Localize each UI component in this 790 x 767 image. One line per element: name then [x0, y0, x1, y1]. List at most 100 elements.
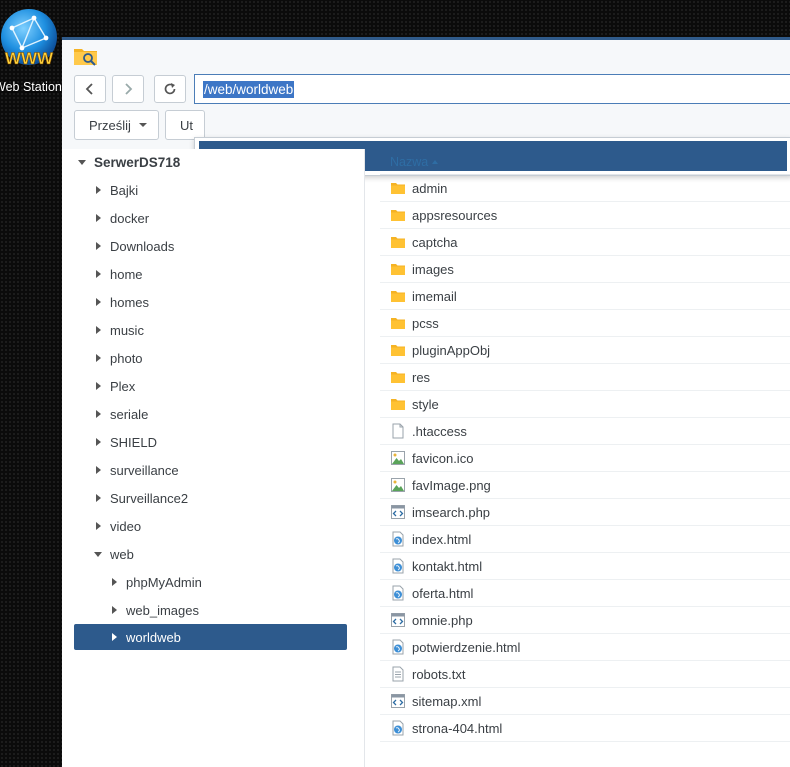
refresh-icon [164, 83, 176, 95]
file-station-app-icon [74, 49, 97, 66]
tree-item-worldweb[interactable]: worldweb [74, 624, 347, 650]
folder-icon [390, 369, 406, 385]
tree-item-label: Surveillance2 [110, 490, 189, 506]
html-file-icon [392, 585, 404, 601]
chevron-right-icon [108, 633, 120, 641]
file-icon [390, 450, 406, 466]
path-input[interactable]: /web/worldweb [194, 74, 790, 104]
tree-item-surveillance2[interactable]: Surveillance2 [92, 485, 352, 511]
file-name: omnie.php [412, 612, 473, 628]
file-name: admin [412, 180, 448, 196]
tree-item-label: web_images [126, 602, 199, 618]
tree-item-bajki[interactable]: Bajki [92, 177, 352, 203]
file-row[interactable]: imsearch.php [380, 499, 790, 526]
file-row[interactable]: omnie.php [380, 607, 790, 634]
back-button[interactable] [74, 75, 106, 103]
file-row[interactable]: style [380, 391, 790, 418]
chevron-down-icon [92, 551, 104, 557]
file-name: sitemap.xml [412, 693, 482, 709]
file-row[interactable]: potwierdzenie.html [380, 634, 790, 661]
code-file-icon [391, 694, 405, 708]
chevron-left-icon [85, 83, 93, 95]
file-name: favImage.png [412, 477, 491, 493]
file-row[interactable]: images [380, 256, 790, 283]
forward-button[interactable] [112, 75, 144, 103]
file-icon [390, 477, 406, 493]
tree-item-label: web [110, 546, 134, 562]
column-header-label: Nazwa [390, 154, 429, 169]
tree-item-docker[interactable]: docker [92, 205, 352, 231]
column-header-name[interactable]: Nazwa [380, 149, 790, 175]
tree-item-label: photo [110, 350, 143, 366]
file-row[interactable]: robots.txt [380, 661, 790, 688]
tree-item-label: music [110, 322, 144, 338]
image-file-icon [391, 478, 405, 492]
file-name: pcss [412, 315, 439, 331]
file-row[interactable]: .htaccess [380, 418, 790, 445]
file-row[interactable]: sitemap.xml [380, 688, 790, 715]
image-file-icon [391, 451, 405, 465]
folder-icon [391, 399, 405, 410]
path-input-value: /web/worldweb [203, 80, 295, 98]
file-name: appsresources [412, 207, 498, 223]
folder-icon [390, 207, 406, 223]
tree-item-label: docker [110, 210, 150, 226]
file-row[interactable]: appsresources [380, 202, 790, 229]
tree-item-video[interactable]: video [92, 513, 352, 539]
tree-item-label: Plex [110, 378, 136, 394]
html-file-icon [392, 639, 404, 655]
chevron-right-icon [92, 494, 104, 502]
file-icon [390, 585, 406, 601]
file-row[interactable]: pcss [380, 310, 790, 337]
tree-item-home[interactable]: home [92, 261, 352, 287]
file-row[interactable]: pluginAppObj [380, 337, 790, 364]
file-icon [390, 720, 406, 736]
file-name: strona-404.html [412, 720, 503, 736]
file-row[interactable]: index.html [380, 526, 790, 553]
tree-item-plex[interactable]: Plex [92, 373, 352, 399]
chevron-right-icon [125, 83, 133, 95]
tree-item-phpmyadmin[interactable]: phpMyAdmin [108, 569, 352, 595]
tree-item-label: homes [110, 294, 150, 310]
folder-icon [391, 291, 405, 302]
file-row[interactable]: res [380, 364, 790, 391]
web-station-desktop-icon[interactable]: WWW Web Station [0, 8, 62, 94]
file-row[interactable]: favImage.png [380, 472, 790, 499]
tree-item-music[interactable]: music [92, 317, 352, 343]
file-icon [390, 423, 406, 439]
tree-item-label: home [110, 266, 143, 282]
title-bar [62, 40, 790, 71]
tree-item-surveillance[interactable]: surveillance [92, 457, 352, 483]
upload-button[interactable]: Prześlij [74, 110, 159, 140]
tree-root[interactable]: SerwerDS718 [76, 149, 356, 175]
file-row[interactable]: strona-404.html [380, 715, 790, 742]
pane-divider[interactable] [364, 149, 365, 767]
tree-item-web[interactable]: web [92, 541, 352, 567]
tree-item-label: SHIELD [110, 434, 157, 450]
second-toolbar-button[interactable]: Ut [165, 110, 205, 140]
file-row[interactable]: imemail [380, 283, 790, 310]
tree-item-homes[interactable]: homes [92, 289, 352, 315]
file-row[interactable]: oferta.html [380, 580, 790, 607]
tree-item-label: surveillance [110, 462, 179, 478]
folder-icon [390, 342, 406, 358]
file-name: oferta.html [412, 585, 474, 601]
tree-item-photo[interactable]: photo [92, 345, 352, 371]
second-toolbar-button-label: Ut [180, 117, 193, 133]
code-file-icon [391, 613, 405, 627]
file-row[interactable]: favicon.ico [380, 445, 790, 472]
file-icon [390, 693, 406, 709]
file-name: res [412, 369, 431, 385]
file-row[interactable]: kontakt.html [380, 553, 790, 580]
file-name: imemail [412, 288, 457, 304]
file-row[interactable]: admin [380, 175, 790, 202]
refresh-button[interactable] [154, 75, 186, 103]
tree-item-downloads[interactable]: Downloads [92, 233, 352, 259]
file-row[interactable]: captcha [380, 229, 790, 256]
file-name: index.html [412, 531, 472, 547]
file-name: pluginAppObj [412, 342, 491, 358]
folder-icon [391, 372, 405, 383]
tree-item-seriale[interactable]: seriale [92, 401, 352, 427]
tree-item-shield[interactable]: SHIELD [92, 429, 352, 455]
tree-item-web-images[interactable]: web_images [108, 597, 352, 623]
